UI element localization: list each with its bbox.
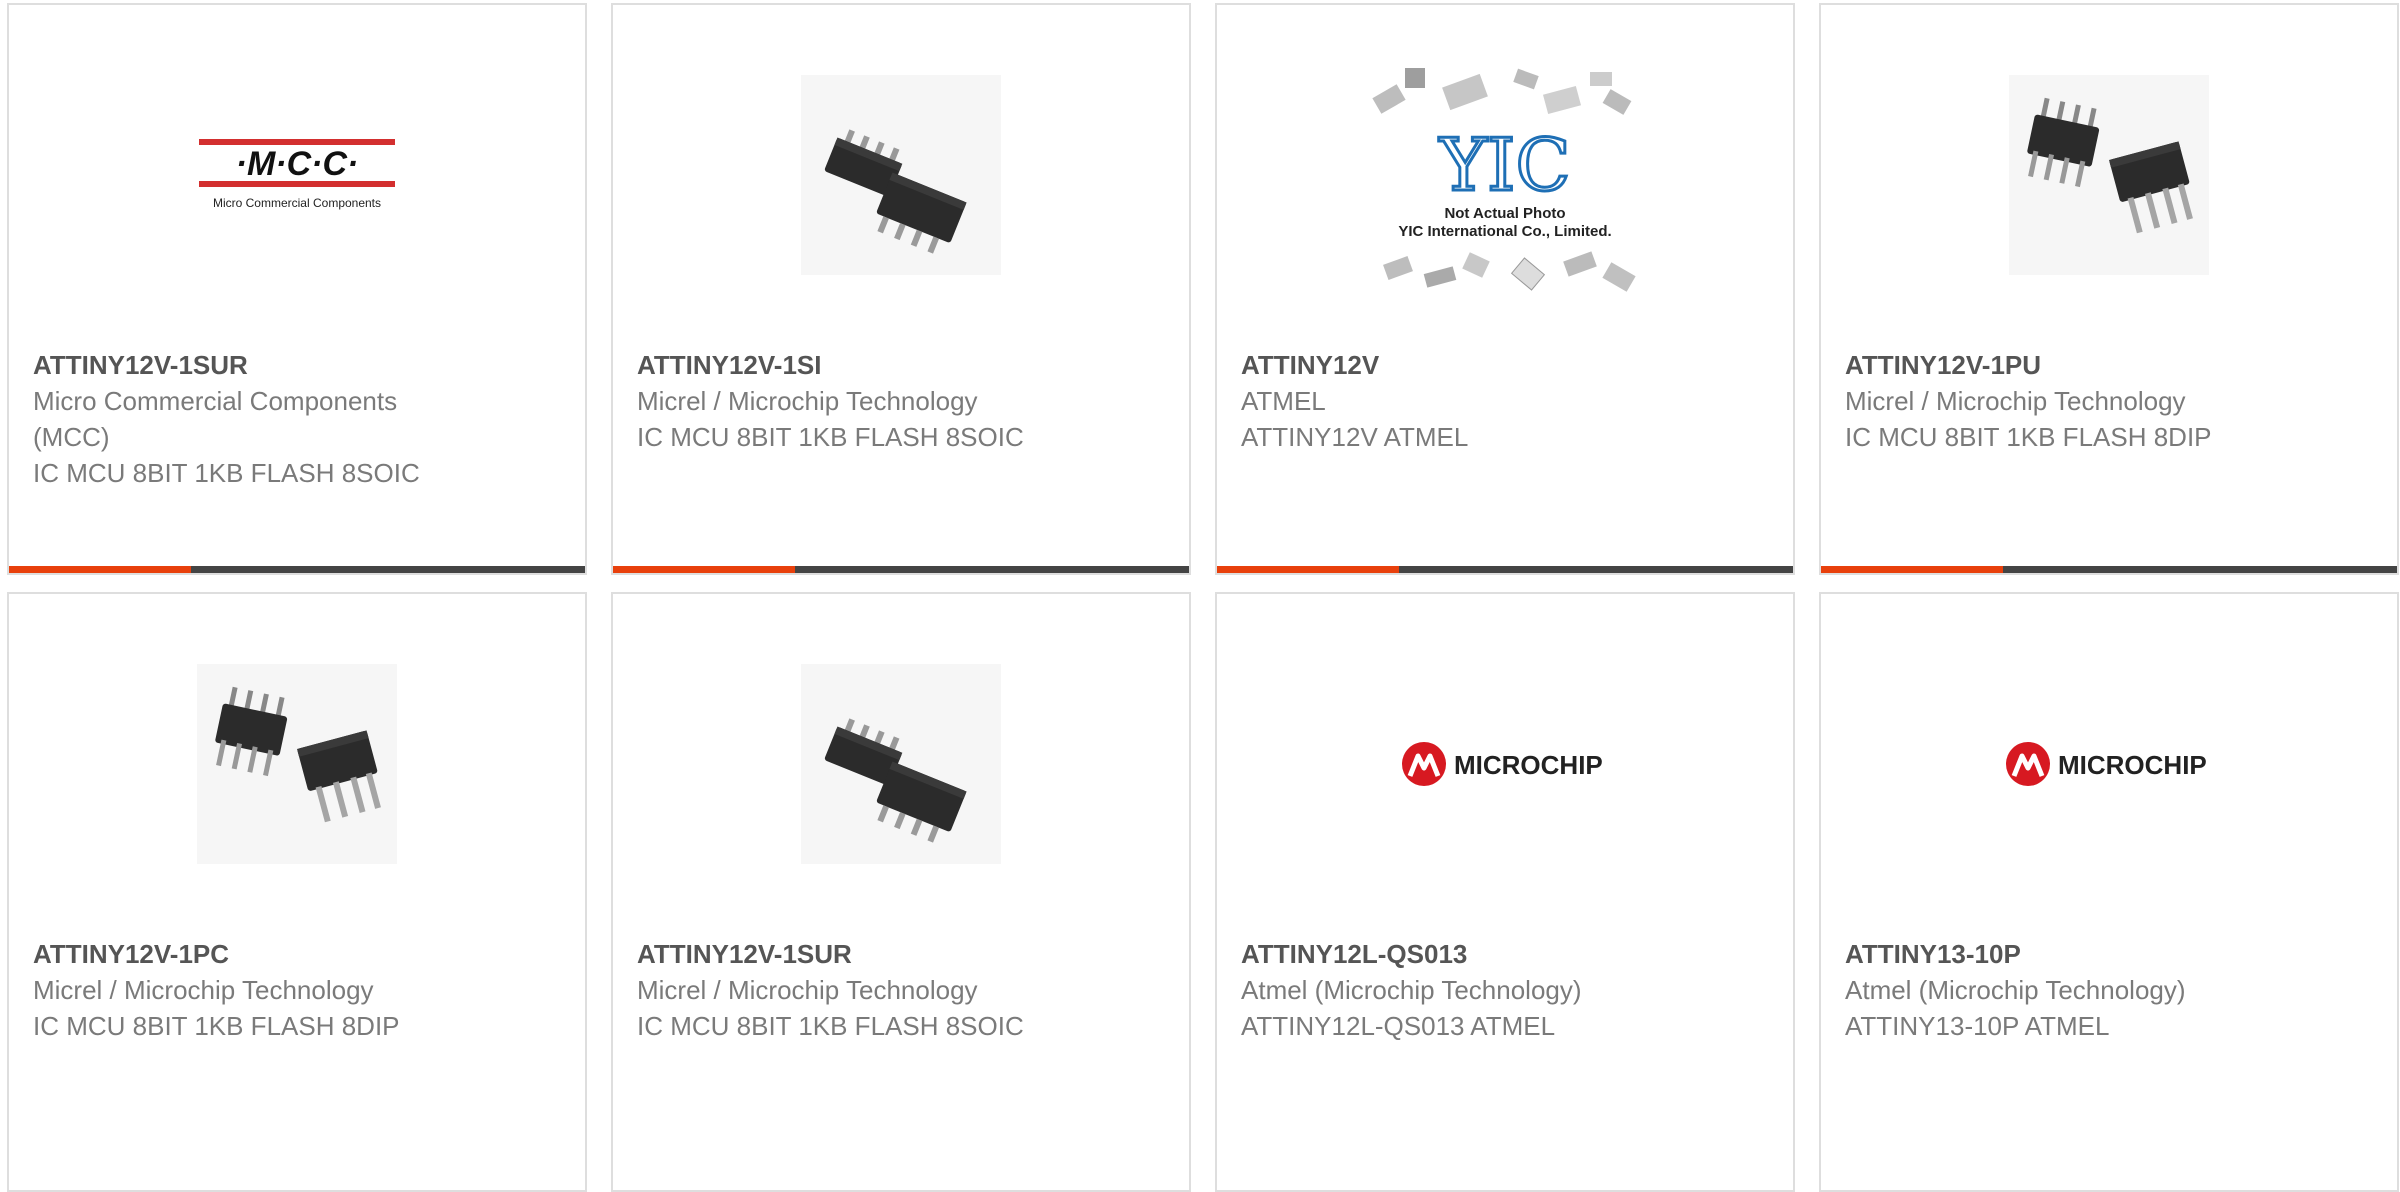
dip-chip-icon — [2009, 75, 2209, 275]
product-image-soic-chips[interactable] — [613, 654, 1189, 874]
product-image-microchip-logo[interactable]: MICROCHIP — [1217, 654, 1793, 874]
manufacturer: Atmel (Microchip Technology) — [1845, 975, 2186, 1005]
description: ATTINY12L-QS013 ATMEL — [1241, 1011, 1556, 1041]
manufacturer: Micro Commercial Components (MCC) — [33, 386, 398, 452]
product-image-dip-chips[interactable] — [9, 654, 585, 874]
product-card[interactable]: ·M·C·C· Micro Commercial Components ATTI… — [7, 3, 587, 575]
part-number[interactable]: ATTINY12V-1PC — [33, 936, 561, 972]
product-card[interactable]: YIC Not Actual Photo YIC International C… — [1215, 3, 1795, 575]
description: IC MCU 8BIT 1KB FLASH 8SOIC — [33, 458, 420, 488]
product-card[interactable]: ATTINY12V-1SUR Micrel / Microchip Techno… — [611, 592, 1191, 1192]
product-image-dip-chips[interactable] — [1821, 65, 2397, 285]
soic-chip-icon — [801, 664, 1001, 864]
dip-chip-icon — [197, 664, 397, 864]
product-card[interactable]: MICROCHIP ATTINY13-10P Atmel (Microchip … — [1819, 592, 2399, 1192]
card-accent-bar — [1821, 566, 2397, 573]
manufacturer: Micrel / Microchip Technology — [637, 386, 978, 416]
manufacturer: Micrel / Microchip Technology — [1845, 386, 2186, 416]
not-actual-photo-text: Not Actual Photo — [1444, 205, 1565, 222]
product-image-yic-placeholder[interactable]: YIC Not Actual Photo YIC International C… — [1217, 35, 1793, 335]
part-number[interactable]: ATTINY12V-1PU — [1845, 347, 2373, 383]
mcc-logo-icon: ·M·C·C· Micro Commercial Components — [199, 139, 395, 210]
manufacturer: ATMEL — [1241, 386, 1326, 416]
soic-chip-icon — [801, 75, 1001, 275]
manufacturer: Micrel / Microchip Technology — [33, 975, 374, 1005]
yic-company-text: YIC International Co., Limited. — [1398, 223, 1611, 240]
product-image-microchip-logo[interactable]: MICROCHIP — [1821, 654, 2397, 874]
product-card[interactable]: ATTINY12V-1SI Micrel / Microchip Technol… — [611, 3, 1191, 575]
product-card[interactable]: ATTINY12V-1PU Micrel / Microchip Technol… — [1819, 3, 2399, 575]
description: IC MCU 8BIT 1KB FLASH 8SOIC — [637, 422, 1024, 452]
mcc-tagline: Micro Commercial Components — [213, 196, 381, 210]
microchip-wordmark: MICROCHIP — [1454, 750, 1603, 780]
card-accent-bar — [1217, 566, 1793, 573]
description: ATTINY12V ATMEL — [1241, 422, 1469, 452]
card-accent-bar — [9, 566, 585, 573]
part-number[interactable]: ATTINY13-10P — [1845, 936, 2373, 972]
part-number[interactable]: ATTINY12V — [1241, 347, 1769, 383]
microchip-logo-icon: MICROCHIP — [1402, 742, 1603, 786]
manufacturer: Micrel / Microchip Technology — [637, 975, 978, 1005]
not-actual-photo-icon: YIC Not Actual Photo YIC International C… — [1372, 68, 1636, 292]
part-number[interactable]: ATTINY12V-1SUR — [33, 347, 561, 383]
product-image-mcc-logo[interactable]: ·M·C·C· Micro Commercial Components — [9, 65, 585, 285]
description: IC MCU 8BIT 1KB FLASH 8DIP — [1845, 422, 2212, 452]
mcc-mark: ·M·C·C· — [236, 145, 359, 183]
part-number[interactable]: ATTINY12V-1SI — [637, 347, 1165, 383]
part-number[interactable]: ATTINY12L-QS013 — [1241, 936, 1769, 972]
microchip-logo-icon: MICROCHIP — [2006, 742, 2207, 786]
description: IC MCU 8BIT 1KB FLASH 8SOIC — [637, 1011, 1024, 1041]
manufacturer: Atmel (Microchip Technology) — [1241, 975, 1582, 1005]
product-card[interactable]: MICROCHIP ATTINY12L-QS013 Atmel (Microch… — [1215, 592, 1795, 1192]
microchip-wordmark: MICROCHIP — [2058, 750, 2207, 780]
product-image-soic-chips[interactable] — [613, 65, 1189, 285]
description: ATTINY13-10P ATMEL — [1845, 1011, 2110, 1041]
yic-logo: YIC — [1438, 123, 1570, 207]
part-number[interactable]: ATTINY12V-1SUR — [637, 936, 1165, 972]
product-grid: ·M·C·C· Micro Commercial Components ATTI… — [0, 0, 2400, 1192]
card-accent-bar — [613, 566, 1189, 573]
description: IC MCU 8BIT 1KB FLASH 8DIP — [33, 1011, 400, 1041]
product-card[interactable]: ATTINY12V-1PC Micrel / Microchip Technol… — [7, 592, 587, 1192]
